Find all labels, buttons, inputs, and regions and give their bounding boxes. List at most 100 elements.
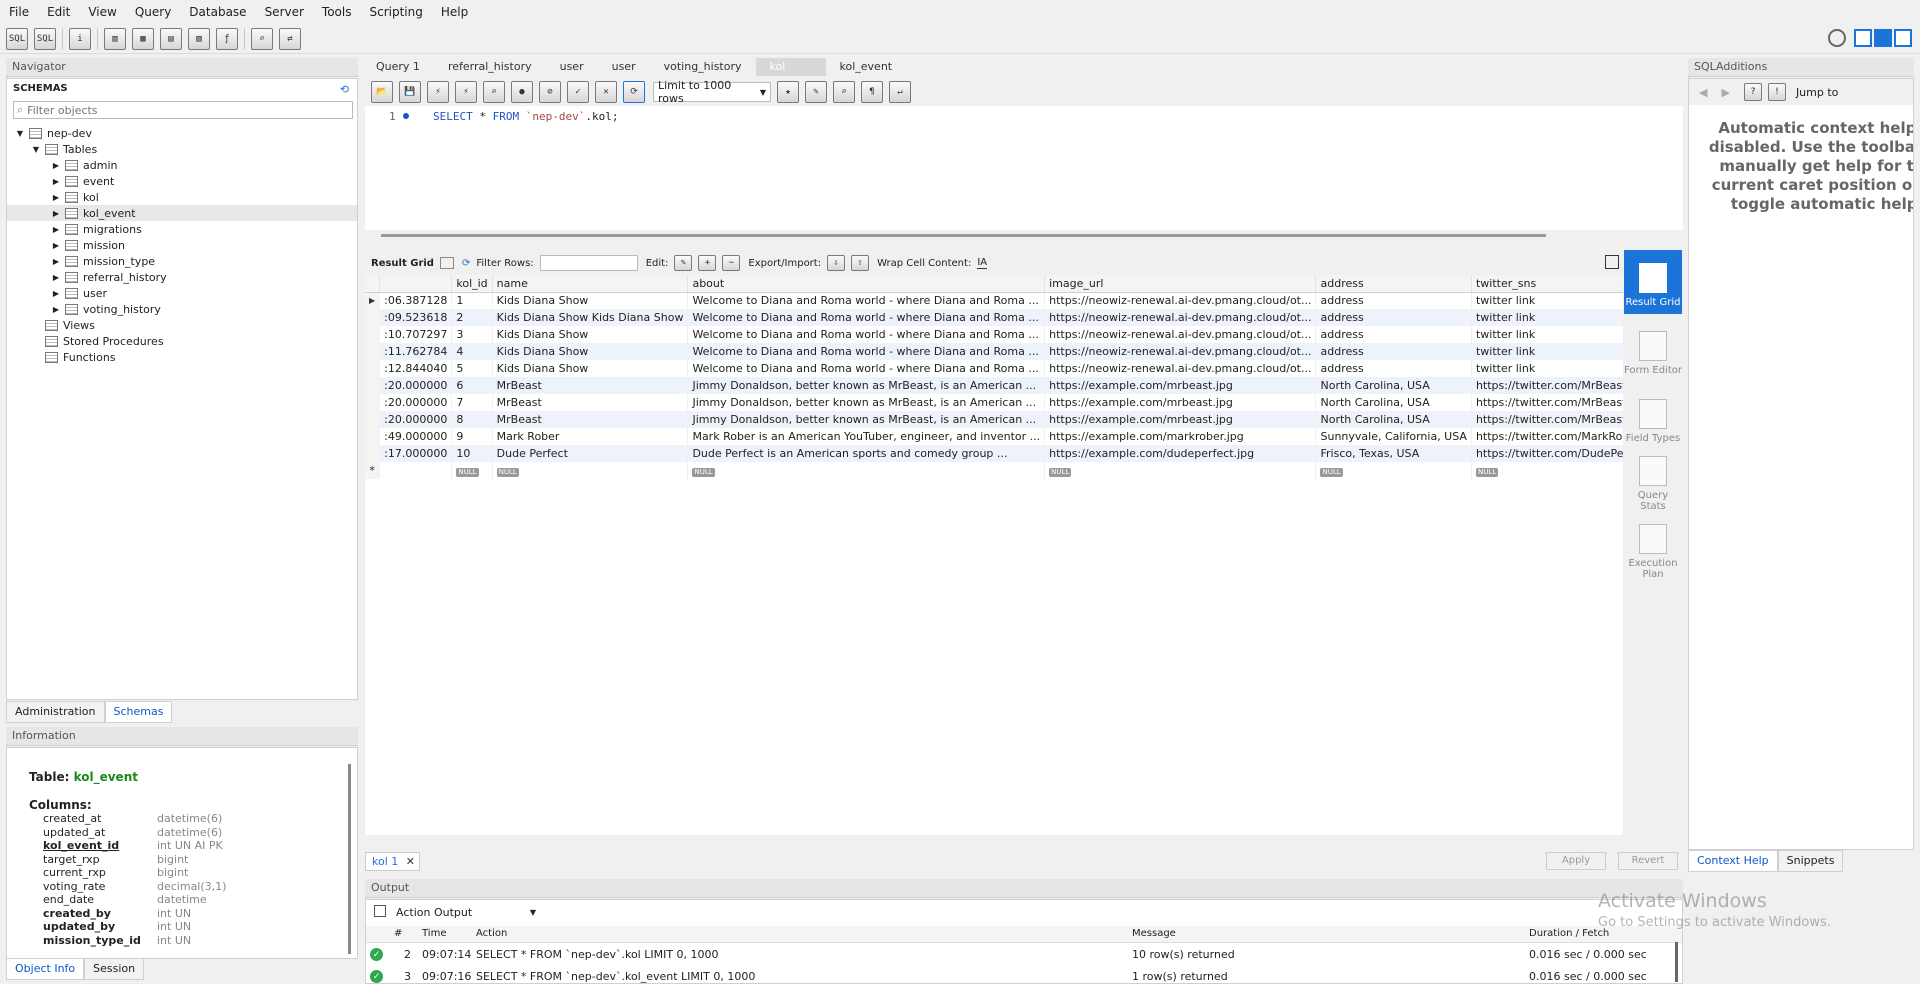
query-tab-kol-5[interactable]: kol (755, 58, 826, 76)
side-button-query-stats[interactable]: Query Stats (1624, 454, 1682, 518)
table-cell[interactable]: 3 (451, 326, 493, 343)
table-row[interactable]: :20.000000 8 MrBeast Jimmy Donaldson, bette… (365, 411, 1623, 428)
output-scrollbar[interactable] (1675, 942, 1678, 982)
save-icon[interactable]: 💾 (399, 81, 421, 103)
grid-view-icon[interactable] (439, 257, 454, 269)
insert-row-icon[interactable]: + (698, 255, 717, 271)
tab-schemas[interactable]: Schemas (104, 701, 173, 723)
table-cell[interactable]: 10 (451, 445, 493, 462)
column-header-address[interactable]: address (1315, 275, 1472, 293)
table-row[interactable]: :20.000000 7 MrBeast Jimmy Donaldson, bette… (365, 394, 1623, 411)
query-tab-voting-history-4[interactable]: voting_history (650, 58, 756, 76)
output-column-header[interactable]: Message (1132, 928, 1176, 939)
table-cell[interactable]: https://neowiz-renewal.ai-dev.pmang.clou… (1044, 326, 1317, 343)
table-cell[interactable]: twitter link (1471, 360, 1623, 377)
row-marker-cell[interactable] (365, 445, 381, 462)
query-tab-user-2[interactable]: user (546, 58, 598, 76)
table-cell[interactable]: https://twitter.com/DudePerfect (1471, 445, 1623, 462)
tab-snippets[interactable]: Snippets (1777, 850, 1844, 872)
table-cell[interactable]: https://example.com/dudeperfect.jpg (1044, 445, 1317, 462)
autocommit-icon[interactable]: ⟳ (623, 81, 645, 103)
menu-database[interactable]: Database (180, 0, 255, 24)
table-row[interactable]: :49.000000 9 Mark Rober Mark Rober is an Am… (365, 428, 1623, 445)
copy-output-icon[interactable] (374, 905, 386, 917)
apply-button[interactable]: Apply (1546, 852, 1606, 870)
table-migrations[interactable]: ▶ migrations (7, 221, 357, 237)
table-cell[interactable]: :10.707297 (379, 326, 453, 343)
tab-context-help[interactable]: Context Help (1688, 850, 1778, 872)
query-tab-referral-history-1[interactable]: referral_history (434, 58, 546, 76)
table-referral-history[interactable]: ▶ referral_history (7, 269, 357, 285)
table-cell[interactable]: address (1315, 292, 1472, 309)
table-cell[interactable]: Welcome to Diana and Roma world - where … (687, 309, 1046, 326)
table-user[interactable]: ▶ user (7, 285, 357, 301)
menu-file[interactable]: File (0, 0, 38, 24)
table-cell[interactable]: https://twitter.com/MrBeast (1471, 411, 1623, 428)
toggle-side-panel-icon[interactable] (1605, 255, 1619, 269)
collapsed-arrow-icon[interactable]: ▶ (51, 193, 61, 202)
table-row[interactable]: :10.707297 3 Kids Diana Show Welcome to Dia… (365, 326, 1623, 343)
table-cell[interactable]: https://neowiz-renewal.ai-dev.pmang.clou… (1044, 360, 1317, 377)
collapsed-arrow-icon[interactable]: ▶ (51, 241, 61, 250)
commit-icon[interactable]: ✓ (567, 81, 589, 103)
stored-procedures-folder[interactable]: Stored Procedures (7, 333, 357, 349)
tab-session[interactable]: Session (84, 958, 145, 980)
side-button-field-types[interactable]: Field Types (1624, 386, 1682, 450)
table-cell[interactable]: :06.387128 (379, 292, 453, 309)
filter-rows-input[interactable] (539, 255, 638, 271)
column-header-image_url[interactable]: image_url (1044, 275, 1317, 293)
table-cell[interactable]: NULL (451, 462, 493, 479)
export-icon[interactable]: ⇩ (827, 255, 846, 271)
table-row[interactable]: :12.844040 5 Kids Diana Show Welcome to Dia… (365, 360, 1623, 377)
row-marker-cell[interactable] (365, 309, 381, 326)
menu-view[interactable]: View (79, 0, 125, 24)
table-cell[interactable]: :49.000000 (379, 428, 453, 445)
table-cell[interactable]: NULL (1471, 462, 1623, 479)
table-row[interactable]: :17.000000 10 Dude Perfect Dude Perfect is … (365, 445, 1623, 462)
tab-object-info[interactable]: Object Info (6, 958, 85, 980)
table-cell[interactable]: https://twitter.com/MarkRober (1471, 428, 1623, 445)
toggle-continue-on-error-icon[interactable]: ⊘ (539, 81, 561, 103)
table-row[interactable]: :11.762784 4 Kids Diana Show Welcome to Dia… (365, 343, 1623, 360)
beautify-icon[interactable]: ✎ (805, 81, 827, 103)
table-cell[interactable]: 2 (451, 309, 493, 326)
table-cell[interactable]: https://twitter.com/MrBeast (1471, 377, 1623, 394)
search-table-data-icon[interactable]: ⌕ (251, 27, 273, 50)
find-replace-icon[interactable]: ⌕ (833, 81, 855, 103)
wrap-cell-icon[interactable]: IA (977, 257, 988, 269)
table-cell[interactable]: NULL (1315, 462, 1472, 479)
table-cell[interactable]: :20.000000 (379, 394, 453, 411)
open-sql-script-icon[interactable]: SQL (34, 27, 56, 50)
column-header-kol_id[interactable]: kol_id (451, 275, 493, 293)
expanded-arrow-icon[interactable]: ▼ (31, 145, 41, 154)
toggle-output-icon[interactable] (1874, 29, 1892, 47)
table-cell[interactable]: MrBeast (492, 377, 689, 394)
editor-hscrollbar[interactable] (381, 234, 1546, 237)
collapsed-arrow-icon[interactable]: ▶ (51, 209, 61, 218)
row-marker-cell[interactable] (365, 360, 381, 377)
table-cell[interactable]: Dude Perfect (492, 445, 689, 462)
side-button-result-grid[interactable]: Result Grid (1624, 250, 1682, 314)
close-icon[interactable]: ✕ (406, 855, 415, 868)
add-snippet-icon[interactable]: ★ (777, 81, 799, 103)
inspector-icon[interactable]: i (69, 27, 91, 50)
info-scrollbar[interactable] (348, 764, 351, 954)
row-marker-cell[interactable] (365, 343, 381, 360)
side-button-form-editor[interactable]: Form Editor (1624, 318, 1682, 382)
toggle-sidebar-icon[interactable] (1854, 29, 1872, 47)
row-marker-cell[interactable] (365, 411, 381, 428)
table-cell[interactable]: North Carolina, USA (1315, 377, 1472, 394)
table-cell[interactable]: Welcome to Diana and Roma world - where … (687, 360, 1046, 377)
table-cell[interactable]: 8 (451, 411, 493, 428)
table-cell[interactable]: :11.762784 (379, 343, 453, 360)
settings-gear-icon[interactable] (1828, 29, 1846, 47)
column-header-created-at[interactable] (379, 275, 453, 293)
table-row[interactable]: :09.523618 2 Kids Diana Show Kids Diana Sh… (365, 309, 1623, 326)
table-cell[interactable]: address (1315, 360, 1472, 377)
table-cell[interactable]: Kids Diana Show (492, 326, 689, 343)
collapsed-arrow-icon[interactable]: ▶ (51, 289, 61, 298)
table-row[interactable]: :20.000000 6 MrBeast Jimmy Donaldson, bette… (365, 377, 1623, 394)
table-cell[interactable] (379, 462, 453, 479)
output-column-header[interactable]: Time (422, 928, 446, 939)
table-cell[interactable]: twitter link (1471, 343, 1623, 360)
